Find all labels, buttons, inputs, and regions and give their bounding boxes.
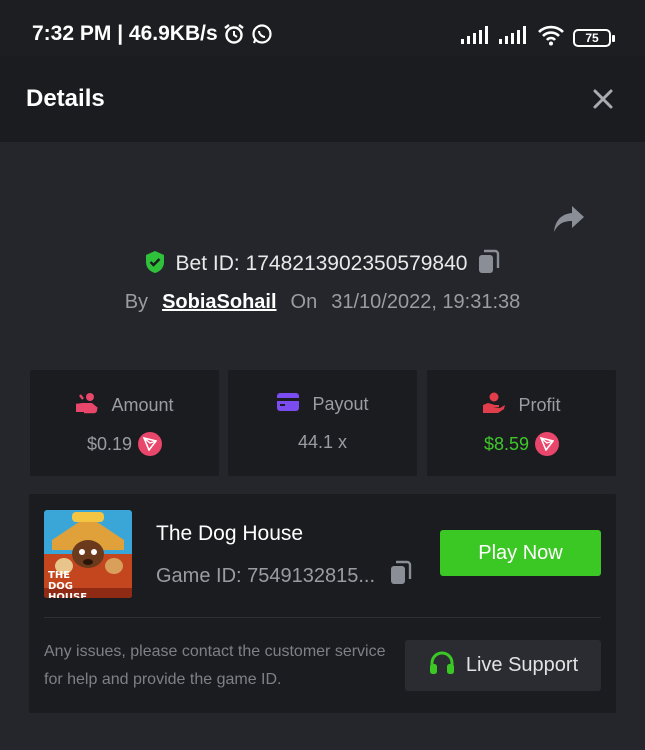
- divider: [44, 617, 601, 618]
- close-icon: [593, 89, 613, 109]
- profit-card: Profit $8.59: [427, 370, 616, 476]
- bet-author-row: By SobiaSohail On 31/10/2022, 19:31:38: [0, 287, 645, 317]
- profit-header: Profit: [427, 392, 616, 419]
- payout-value-row: 44.1 x: [228, 432, 417, 453]
- profit-value: $8.59: [483, 433, 530, 454]
- profit-label: Profit: [518, 395, 561, 415]
- game-id-row: Game ID: 7549132815...: [156, 560, 413, 592]
- page-title: Details: [26, 85, 105, 112]
- username-link[interactable]: SobiaSohail: [162, 291, 276, 314]
- game-name: The Dog House: [156, 522, 304, 545]
- share-icon: [554, 206, 584, 232]
- play-now-button[interactable]: Play Now: [440, 530, 601, 576]
- payout-card: Payout 44.1 x: [228, 370, 417, 476]
- status-time-speed: 7:32 PM | 46.9KB/s: [32, 22, 218, 45]
- whatsapp-icon: [250, 22, 274, 46]
- copy-icon[interactable]: [389, 560, 413, 592]
- bet-id-row: Bet ID: 1748213902350579840: [0, 248, 645, 280]
- signal-icon: [461, 26, 491, 49]
- game-id: Game ID: 7549132815...: [156, 564, 376, 587]
- copy-icon[interactable]: [477, 249, 501, 280]
- by-label: By: [124, 290, 149, 313]
- payout-label: Payout: [312, 394, 369, 414]
- game-thumbnail[interactable]: THE DOG HOUSE: [44, 510, 132, 598]
- status-right: 75: [461, 24, 615, 51]
- status-bar: 7:32 PM | 46.9KB/s 75: [0, 0, 645, 56]
- hand-coins-icon: [75, 392, 99, 419]
- amount-label: Amount: [111, 395, 174, 415]
- live-support-button[interactable]: Live Support: [405, 640, 601, 691]
- profit-value-row: $8.59: [427, 432, 616, 456]
- status-left: 7:32 PM | 46.9KB/s: [32, 22, 274, 46]
- amount-value-row: $0.19: [30, 432, 219, 456]
- tron-coin-icon: [138, 432, 163, 456]
- header: Details: [0, 56, 645, 142]
- tron-coin-icon: [535, 432, 560, 456]
- bet-datetime: 31/10/2022, 19:31:38: [331, 290, 521, 313]
- support-notice: Any issues, please contact the customer …: [44, 643, 386, 688]
- on-label: On: [290, 290, 318, 313]
- shield-check-icon: [144, 250, 166, 279]
- close-button[interactable]: [591, 87, 615, 111]
- game-thumb-text: THE DOG HOUSE: [48, 570, 88, 598]
- signal-icon: [499, 26, 529, 49]
- amount-value: $0.19: [86, 433, 133, 454]
- live-support-label: Live Support: [465, 654, 579, 676]
- bet-id: Bet ID: 1748213902350579840: [175, 252, 468, 275]
- payout-value: 44.1 x: [297, 432, 348, 452]
- amount-header: Amount: [30, 392, 219, 419]
- battery-indicator: 75: [573, 28, 615, 47]
- alarm-icon: [222, 22, 246, 46]
- credit-card-icon: [276, 392, 300, 417]
- headset-icon: [428, 649, 456, 683]
- share-button[interactable]: [552, 204, 586, 234]
- amount-card: Amount $0.19: [30, 370, 219, 476]
- hand-heart-icon: [482, 392, 506, 419]
- game-card: THE DOG HOUSE The Dog House Game ID: 754…: [29, 494, 616, 713]
- wifi-icon: [537, 24, 565, 51]
- payout-header: Payout: [228, 392, 417, 417]
